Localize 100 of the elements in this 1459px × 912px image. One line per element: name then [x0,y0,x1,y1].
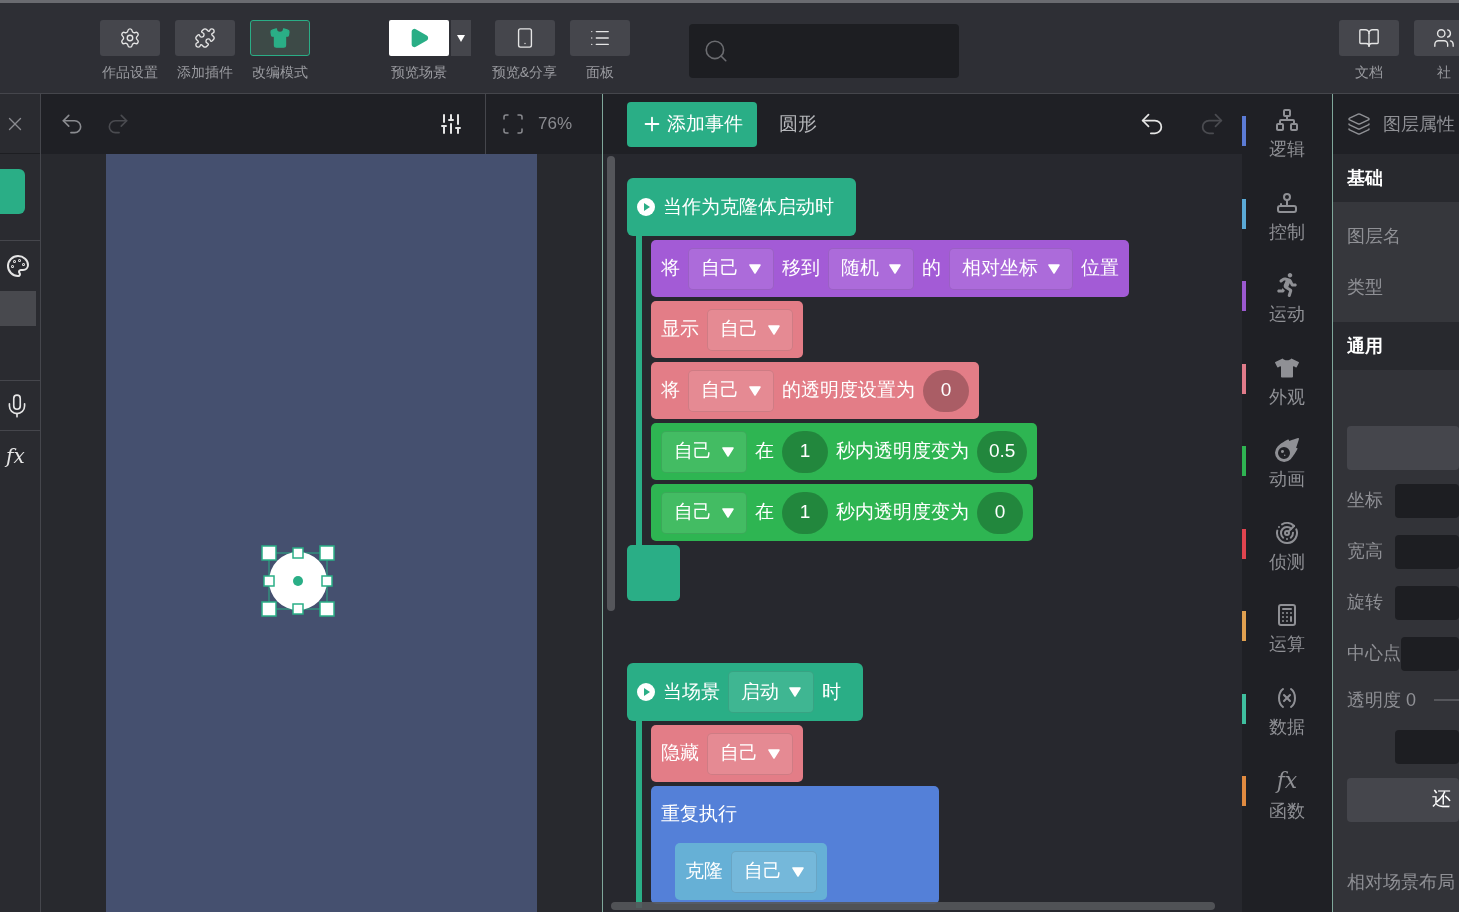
block-label: 时 [822,679,841,704]
fit-screen-icon[interactable] [500,112,525,136]
number-input[interactable]: 0 [977,491,1023,534]
caret-icon [749,263,761,274]
search-field[interactable] [689,24,959,78]
block-dropdown[interactable]: 相对坐标 [949,247,1073,290]
block-label: 重复执行 [661,802,737,827]
caret-icon [768,324,780,335]
property-label: 坐标 [1347,489,1384,512]
category-tab[interactable]: 运算 [1242,599,1332,682]
button-caption: 添加插件 [176,63,233,82]
event-hat-block[interactable]: 当作为克隆体启动时 [627,178,856,236]
sliders-icon[interactable] [438,112,463,136]
block-label: 当场景 [663,679,720,704]
property-label: 宽高 [1347,540,1384,563]
plugin-button[interactable] [174,20,235,56]
block-label: 将 [661,378,680,403]
block-dropdown[interactable]: 随机 [828,247,914,290]
palette-icon[interactable] [6,254,30,278]
property-label: 类型 [1347,276,1383,299]
number-input[interactable]: 1 [782,491,828,534]
event-hat-block[interactable]: 当场景 启动 时 [627,663,863,721]
section-title: 通用 [1347,334,1383,358]
zoom-level: 76% [537,113,572,136]
block-label: 移到 [782,256,820,281]
function-tool[interactable]: fx [6,441,25,471]
block-label: 当作为克隆体启动时 [663,194,834,219]
panel-button[interactable] [569,20,630,56]
block-label: 显示 [661,317,699,342]
block-label: 秒内透明度变为 [836,500,969,525]
search-icon [703,38,729,64]
caret-icon [768,748,780,759]
code-block[interactable]: 自己 在 1 秒内透明度变为 0 [651,484,1033,541]
block-label: 在 [755,500,774,525]
block-label: 位置 [1081,256,1119,281]
block-label: 隐藏 [661,741,699,766]
button-caption: 社 [1436,63,1451,82]
button-caption: 预览&分享 [491,63,558,82]
caret-icon [749,385,761,396]
button-caption: 面板 [585,63,614,82]
property-label: 透明度 0 [1347,688,1416,712]
property-label: 旋转 [1347,591,1384,614]
block-label: 将 [661,256,680,281]
settings-icon [118,27,141,49]
block-dropdown[interactable]: 启动 [728,671,814,713]
category-tab[interactable]: fx 函数 [1242,764,1332,847]
block-label: 的 [922,256,941,281]
code-block[interactable]: 将 自己 移到 随机 的 相对坐标 位置 [651,240,1129,297]
play-circle-icon [637,683,655,701]
block-dropdown[interactable]: 自己 [707,732,793,775]
number-input[interactable]: 0 [923,369,969,412]
property-label: 中心点 [1347,642,1401,665]
block-label: 克隆 [685,859,723,884]
add-event-button[interactable]: 添加事件 [627,101,757,147]
property-button[interactable]: 还 [1347,777,1459,822]
block-dropdown[interactable]: 自己 [707,308,793,351]
object-name: 圆形 [779,111,817,136]
category-tab[interactable]: 数据 [1242,681,1332,764]
number-input[interactable]: 1 [782,430,828,473]
docs-button[interactable] [1338,20,1399,56]
block-dropdown[interactable]: 自己 [661,430,747,473]
repeat-block[interactable]: 重复执行 克隆 自己 [651,786,939,904]
button-caption: 预览场景 [390,63,447,82]
caret-icon [1048,263,1060,274]
vertical-scrollbar[interactable] [607,156,615,611]
community-button[interactable] [1413,20,1459,56]
category-tab[interactable]: 运动 [1242,269,1332,352]
settings-button[interactable] [99,20,160,56]
category-tab[interactable]: 侦测 [1242,516,1332,599]
layers-icon [1347,112,1371,136]
category-tab[interactable]: 逻辑 [1242,104,1332,187]
selected-circle[interactable] [260,544,336,618]
panel-title: 图层属性 [1383,112,1455,136]
caret-icon [722,507,734,518]
remix-button[interactable] [249,20,310,56]
code-block[interactable]: 显示 自己 [651,301,803,358]
share-button[interactable] [494,20,555,56]
caret-icon [889,263,901,274]
play-circle-icon [637,198,655,216]
code-block[interactable]: 自己 在 1 秒内透明度变为 0.5 [651,423,1038,480]
button-caption: 文档 [1354,63,1383,82]
caret-icon [457,34,465,42]
caret-icon [789,687,801,697]
block-dropdown[interactable]: 自己 [688,247,774,290]
category-tab[interactable]: 动画 [1242,434,1332,517]
code-block[interactable]: 隐藏 自己 [651,725,803,782]
block-label: 在 [755,439,774,464]
horizontal-scrollbar[interactable] [611,902,1215,910]
block-dropdown[interactable]: 自己 [661,491,747,534]
number-input[interactable]: 0.5 [977,430,1028,473]
code-block[interactable]: 克隆 自己 [675,843,827,900]
block-dropdown[interactable]: 自己 [688,369,774,412]
block-label: 秒内透明度变为 [836,439,969,464]
code-block[interactable]: 将 自己 的透明度设置为 0 [651,362,979,419]
category-tab[interactable]: 控制 [1242,186,1332,269]
section-title: 基础 [1347,166,1383,190]
caret-icon [792,866,804,877]
preview-dropdown-button[interactable] [451,20,471,56]
block-label: 的透明度设置为 [782,378,915,403]
category-tab[interactable]: 外观 [1242,351,1332,434]
